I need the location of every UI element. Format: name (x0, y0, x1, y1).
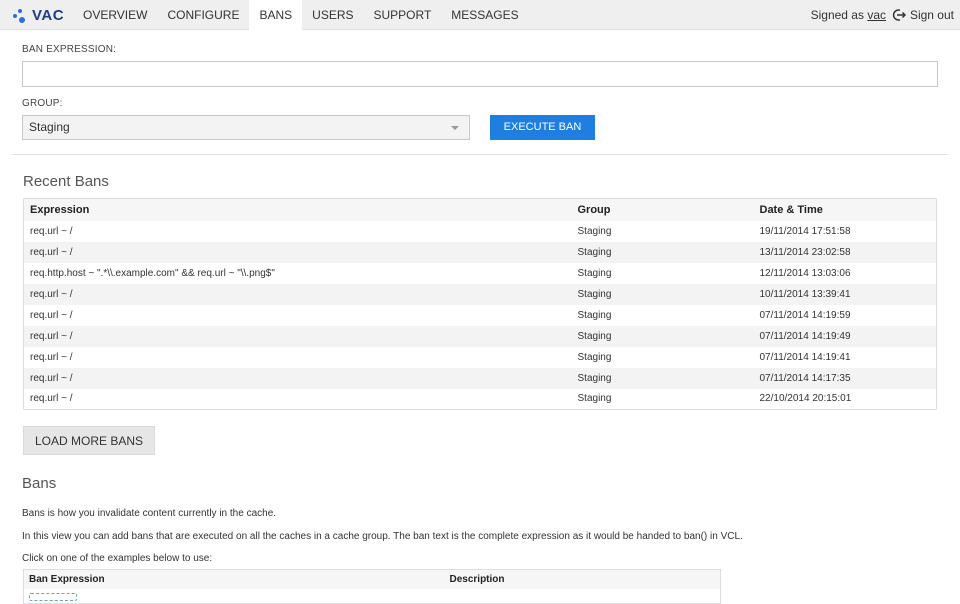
column-header-expression: Expression (23, 198, 572, 221)
cell-expression: req.url ~ / (23, 283, 572, 305)
signed-in-status: Signed as vac (811, 0, 886, 30)
cell-expression: req.url ~ / (23, 346, 572, 368)
cell-group: Staging (571, 367, 754, 389)
column-header-ban-expression: Ban Expression (23, 569, 445, 589)
table-row: req.http.host ~ ".*\\.example.com" && re… (23, 262, 937, 284)
table-row: req.url ~ / Staging 07/11/2014 14:19:59 (23, 304, 937, 326)
ban-expression-label: BAN EXPRESSION: (22, 44, 117, 55)
cell-datetime: 12/11/2014 13:03:06 (753, 262, 937, 284)
table-row: req.url ~ / Staging 07/11/2014 14:19:49 (23, 325, 937, 347)
table-row: req.url ~ / Staging 19/11/2014 17:51:58 (23, 220, 937, 242)
signout-button[interactable]: Sign out (892, 0, 954, 30)
cell-group: Staging (571, 220, 754, 242)
cell-datetime: 07/11/2014 14:19:59 (753, 304, 937, 326)
logo-dots-icon (12, 6, 30, 24)
table-row (24, 589, 721, 604)
divider (12, 154, 948, 155)
chevron-down-icon (451, 126, 459, 130)
table-header-row: Ban Expression Description (23, 569, 721, 589)
column-header-group: Group (571, 198, 754, 221)
nav-item-support[interactable]: SUPPORT (364, 0, 442, 30)
table-row: req.url ~ / Staging 07/11/2014 14:19:41 (23, 346, 937, 368)
example-expression-link[interactable] (29, 592, 77, 601)
column-header-description: Description (444, 569, 721, 589)
cell-expression: req.url ~ / (23, 220, 572, 242)
group-label: GROUP: (22, 98, 63, 109)
recent-bans-table: Expression Group Date & Time req.url ~ /… (23, 198, 937, 410)
signed-prefix: Signed as (810, 8, 864, 22)
example-cell (24, 589, 445, 604)
cell-group: Staging (571, 241, 754, 263)
cell-expression: req.http.host ~ ".*\\.example.com" && re… (23, 262, 572, 284)
cell-datetime: 07/11/2014 14:17:35 (753, 367, 937, 389)
cell-group: Staging (571, 388, 754, 410)
bans-help-title: Bans (22, 475, 57, 492)
cell-datetime: 07/11/2014 14:19:49 (753, 325, 937, 347)
main-nav: OVERVIEW CONFIGURE BANS USERS SUPPORT ME… (73, 0, 529, 30)
cell-datetime: 22/10/2014 20:15:01 (753, 388, 937, 410)
cell-group: Staging (571, 346, 754, 368)
cell-datetime: 13/11/2014 23:02:58 (753, 241, 937, 263)
nav-item-configure[interactable]: CONFIGURE (157, 0, 249, 30)
group-select-value: Staging (29, 120, 70, 134)
examples-table: Ban Expression Description (23, 569, 721, 604)
cell-group: Staging (571, 262, 754, 284)
column-header-datetime: Date & Time (753, 198, 937, 221)
signout-icon (892, 9, 906, 21)
vac-logo[interactable]: VAC (12, 6, 64, 24)
cell-datetime: 19/11/2014 17:51:58 (753, 220, 937, 242)
nav-item-users[interactable]: USERS (302, 0, 363, 30)
table-row: req.url ~ / Staging 07/11/2014 14:17:35 (23, 367, 937, 389)
ban-expression-input[interactable] (22, 61, 938, 87)
cell-expression: req.url ~ / (23, 367, 572, 389)
top-navbar: VAC OVERVIEW CONFIGURE BANS USERS SUPPOR… (0, 0, 960, 30)
table-row: req.url ~ / Staging 13/11/2014 23:02:58 (23, 241, 937, 263)
group-select[interactable]: Staging (22, 115, 470, 140)
load-more-bans-button[interactable]: LOAD MORE BANS (23, 426, 155, 455)
cell-group: Staging (571, 283, 754, 305)
cell-expression: req.url ~ / (23, 304, 572, 326)
help-paragraph: Click on one of the examples below to us… (22, 553, 213, 564)
nav-item-overview[interactable]: OVERVIEW (73, 0, 157, 30)
cell-group: Staging (571, 325, 754, 347)
logo-text: VAC (32, 6, 65, 24)
signout-label: Sign out (909, 8, 954, 22)
table-row: req.url ~ / Staging 22/10/2014 20:15:01 (23, 388, 937, 410)
cell-expression: req.url ~ / (23, 388, 572, 410)
nav-item-messages[interactable]: MESSAGES (441, 0, 528, 30)
user-link[interactable]: vac (867, 8, 886, 22)
execute-ban-button[interactable]: EXECUTE BAN (490, 115, 595, 140)
help-paragraph: Bans is how you invalidate content curre… (22, 508, 277, 519)
example-description-cell (445, 589, 721, 604)
nav-item-bans[interactable]: BANS (249, 0, 303, 30)
recent-bans-title: Recent Bans (23, 173, 109, 190)
cell-datetime: 10/11/2014 13:39:41 (753, 283, 937, 305)
cell-expression: req.url ~ / (23, 241, 572, 263)
table-header-row: Expression Group Date & Time (23, 198, 937, 221)
cell-expression: req.url ~ / (23, 325, 572, 347)
table-row: req.url ~ / Staging 10/11/2014 13:39:41 (23, 283, 937, 305)
cell-group: Staging (571, 304, 754, 326)
cell-datetime: 07/11/2014 14:19:41 (753, 346, 937, 368)
help-paragraph: In this view you can add bans that are e… (22, 531, 743, 542)
